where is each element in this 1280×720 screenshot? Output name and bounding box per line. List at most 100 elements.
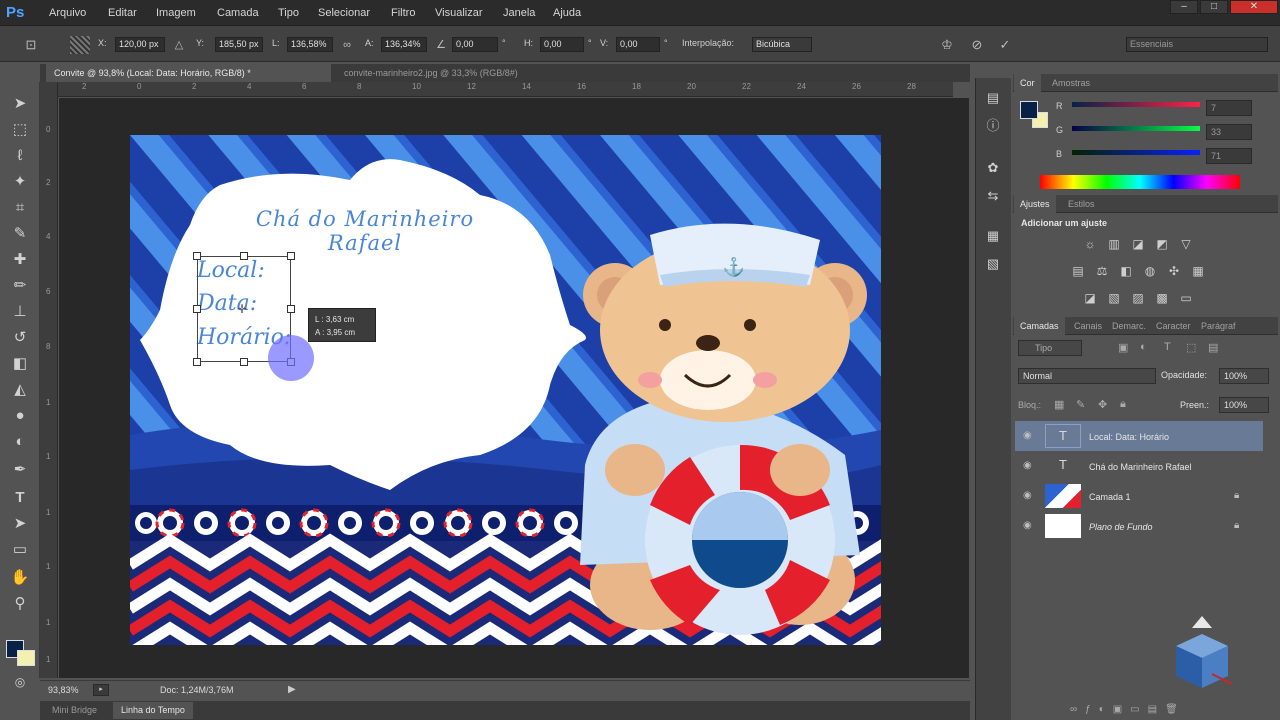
visibility-eye-icon[interactable]: ◉ [1023, 460, 1032, 471]
levels-icon[interactable]: ▥ [1106, 236, 1122, 252]
lock-position-icon[interactable]: ✥ [1098, 398, 1107, 411]
history-brush-icon[interactable]: ↺ [8, 326, 32, 350]
paragraph-panel-icon[interactable]: ▦ [983, 226, 1003, 246]
tab-estilos[interactable]: Estilos [1062, 195, 1101, 213]
menu-arquivo[interactable]: Arquivo [49, 0, 86, 26]
menu-visualizar[interactable]: Visualizar [435, 0, 483, 26]
minimize-button[interactable]: – [1170, 0, 1198, 14]
transform-handle[interactable] [193, 305, 201, 313]
color-lookup-icon[interactable]: ▦ [1190, 263, 1206, 279]
menu-selecionar[interactable]: Selecionar [318, 0, 370, 26]
black-white-icon[interactable]: ◧ [1118, 263, 1134, 279]
color-spectrum[interactable] [1040, 175, 1240, 189]
brightness-icon[interactable]: ☼ [1082, 236, 1098, 252]
menu-filtro[interactable]: Filtro [391, 0, 415, 26]
close-button[interactable]: ✕ [1230, 0, 1278, 14]
layers-footer-icons[interactable]: ∞ƒ◐▣▭▤🗑︎ [1070, 704, 1186, 715]
angle-field[interactable]: 0,00 [452, 37, 498, 52]
x-field[interactable]: 120,00 px [115, 37, 165, 52]
selective-color-icon[interactable]: ▩ [1154, 290, 1170, 306]
menu-imagem[interactable]: Imagem [156, 0, 196, 26]
background-color-swatch[interactable] [17, 650, 35, 666]
opacity-field[interactable]: 100% [1219, 368, 1269, 384]
tab-camadas[interactable]: Camadas [1014, 317, 1065, 335]
transform-handle[interactable] [240, 358, 248, 366]
invert-icon[interactable]: ◪ [1082, 290, 1098, 306]
b-value[interactable]: 71 [1206, 148, 1252, 164]
tab-linha-do-tempo[interactable]: Linha do Tempo [113, 702, 193, 719]
character-panel-icon[interactable]: ▧ [983, 254, 1003, 274]
threshold-icon[interactable]: ▨ [1130, 290, 1146, 306]
eyedropper-tool-icon[interactable]: ✎ [8, 222, 32, 246]
commit-transform-icon[interactable]: ✓ [996, 36, 1014, 54]
menu-janela[interactable]: Janela [503, 0, 535, 26]
photo-filter-icon[interactable]: ◍ [1142, 263, 1158, 279]
marquee-tool-icon[interactable]: ⬚ [8, 118, 32, 142]
visibility-eye-icon[interactable]: ◉ [1023, 430, 1032, 441]
zoom-level[interactable]: 93,83% [48, 685, 79, 695]
status-menu-arrow-icon[interactable]: ▶ [288, 684, 296, 695]
pivot-point-icon[interactable]: ✛ [237, 302, 247, 316]
tab-mini-bridge[interactable]: Mini Bridge [44, 702, 105, 719]
filter-shape-icon[interactable]: ⬚ [1186, 341, 1196, 354]
magic-wand-tool-icon[interactable]: ✦ [8, 170, 32, 194]
document-canvas[interactable]: ⚓ Chá do Marinheiro Rafael Local: Data: … [130, 135, 881, 645]
tab-ajustes[interactable]: Ajustes [1014, 195, 1056, 213]
history-panel-icon[interactable]: ▤ [983, 88, 1003, 108]
brush-tool-icon[interactable]: ✏ [8, 274, 32, 298]
vskew-field[interactable]: 0,00 [616, 37, 660, 52]
tab-paragraf[interactable]: Parágraf [1195, 317, 1242, 335]
tab-cor[interactable]: Cor [1014, 74, 1041, 92]
hue-saturation-icon[interactable]: ▤ [1070, 263, 1086, 279]
menu-camada[interactable]: Camada [217, 0, 259, 26]
quick-mask-icon[interactable]: ◎ [8, 670, 32, 694]
link-icon[interactable]: ∞ [338, 36, 356, 54]
move-tool-icon[interactable]: ➤ [8, 92, 32, 116]
tab-convite[interactable]: Convite @ 93,8% (Local: Data: Horário, R… [46, 64, 331, 82]
zoom-tool-icon[interactable]: ⚲ [8, 592, 32, 616]
layer-name[interactable]: Plano de Fundo [1089, 522, 1153, 532]
tab-demarc[interactable]: Demarc. [1106, 317, 1152, 335]
transform-handle[interactable] [240, 252, 248, 260]
filter-pixel-icon[interactable]: ▣ [1118, 341, 1128, 354]
cancel-transform-icon[interactable]: ⊘ [968, 36, 986, 54]
layer-name[interactable]: Chá do Marinheiro Rafael [1089, 462, 1192, 472]
exposure-icon[interactable]: ◩ [1154, 236, 1170, 252]
crop-tool-icon[interactable]: ⌗ [8, 196, 32, 220]
filter-smart-icon[interactable]: ▤ [1208, 341, 1218, 354]
eraser-tool-icon[interactable]: ◧ [8, 352, 32, 376]
menu-ajuda[interactable]: Ajuda [553, 0, 581, 26]
transform-handle[interactable] [193, 358, 201, 366]
info-panel-icon[interactable]: ⓘ [983, 116, 1003, 136]
blend-mode-select[interactable]: Normal [1018, 368, 1156, 384]
w-field[interactable]: 136,58% [287, 37, 333, 52]
interpolation-select[interactable]: Bicúbica [752, 37, 812, 52]
brush-panel-icon[interactable]: ✿ [983, 158, 1003, 178]
lock-all-icon[interactable]: 🔒︎ [1120, 398, 1126, 411]
blue-slider[interactable] [1072, 150, 1200, 155]
type-tool-icon[interactable]: T [8, 486, 32, 510]
blur-tool-icon[interactable]: ● [8, 404, 32, 428]
tab-convite-marinheiro2[interactable]: convite-marinheiro2.jpg @ 33,3% (RGB/8#) [336, 64, 591, 82]
layer-name[interactable]: Local: Data: Horário [1089, 432, 1169, 442]
lock-pixels-icon[interactable]: ✎ [1076, 398, 1085, 411]
delta-icon[interactable]: △ [170, 36, 188, 54]
tab-caracter[interactable]: Caracter [1150, 317, 1197, 335]
healing-tool-icon[interactable]: ✚ [8, 248, 32, 272]
filter-adjust-icon[interactable]: ◐ [1140, 341, 1147, 353]
color-balance-icon[interactable]: ⚖ [1094, 263, 1110, 279]
fill-field[interactable]: 100% [1219, 397, 1269, 413]
curves-icon[interactable]: ◪ [1130, 236, 1146, 252]
transform-handle[interactable] [193, 252, 201, 260]
layer-filter-select[interactable]: Tipo [1018, 340, 1082, 356]
maximize-button[interactable]: □ [1200, 0, 1228, 14]
g-value[interactable]: 33 [1206, 124, 1252, 140]
tool-presets-icon[interactable]: ⇆ [983, 186, 1003, 206]
visibility-eye-icon[interactable]: ◉ [1023, 490, 1032, 501]
tab-amostras[interactable]: Amostras [1046, 74, 1096, 92]
path-selection-icon[interactable]: ➤ [8, 512, 32, 536]
y-field[interactable]: 185,50 px [215, 37, 263, 52]
r-value[interactable]: 7 [1206, 100, 1252, 116]
stamp-tool-icon[interactable]: ⊥ [8, 300, 32, 324]
reference-point-icon[interactable] [70, 36, 90, 54]
